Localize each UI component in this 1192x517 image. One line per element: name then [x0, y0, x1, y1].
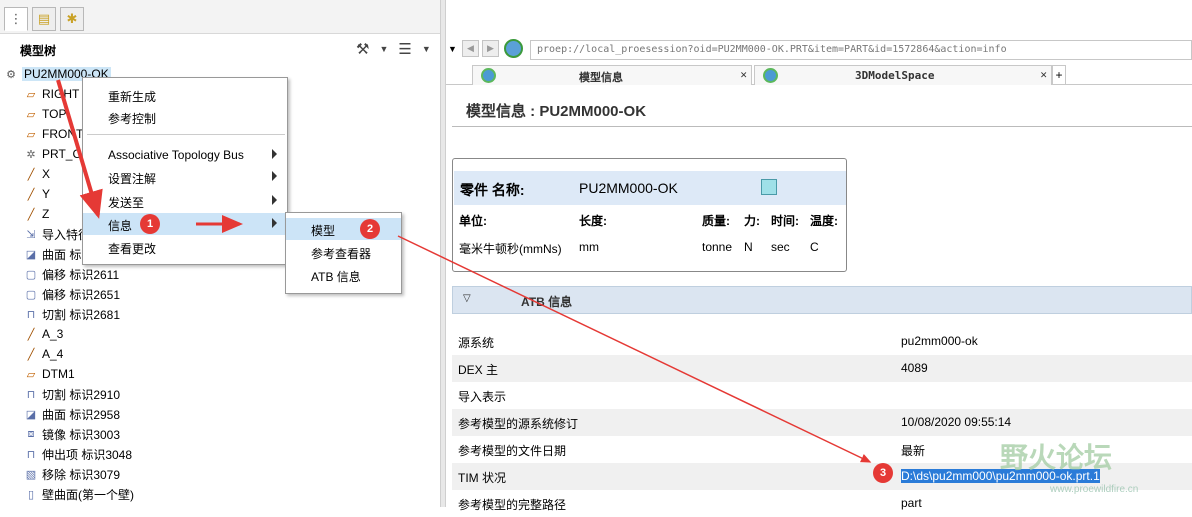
annotation-arrows [56, 79, 872, 463]
arrow-3 [397, 235, 872, 463]
watermark-text: 野火论坛 [1000, 442, 1113, 473]
step-badge: 1 [140, 214, 160, 234]
watermark-url: www.proewildfire.cn [1050, 484, 1139, 495]
step-badge: 2 [360, 219, 380, 239]
step-badge: 3 [873, 463, 893, 483]
arrow-1 [56, 79, 103, 219]
